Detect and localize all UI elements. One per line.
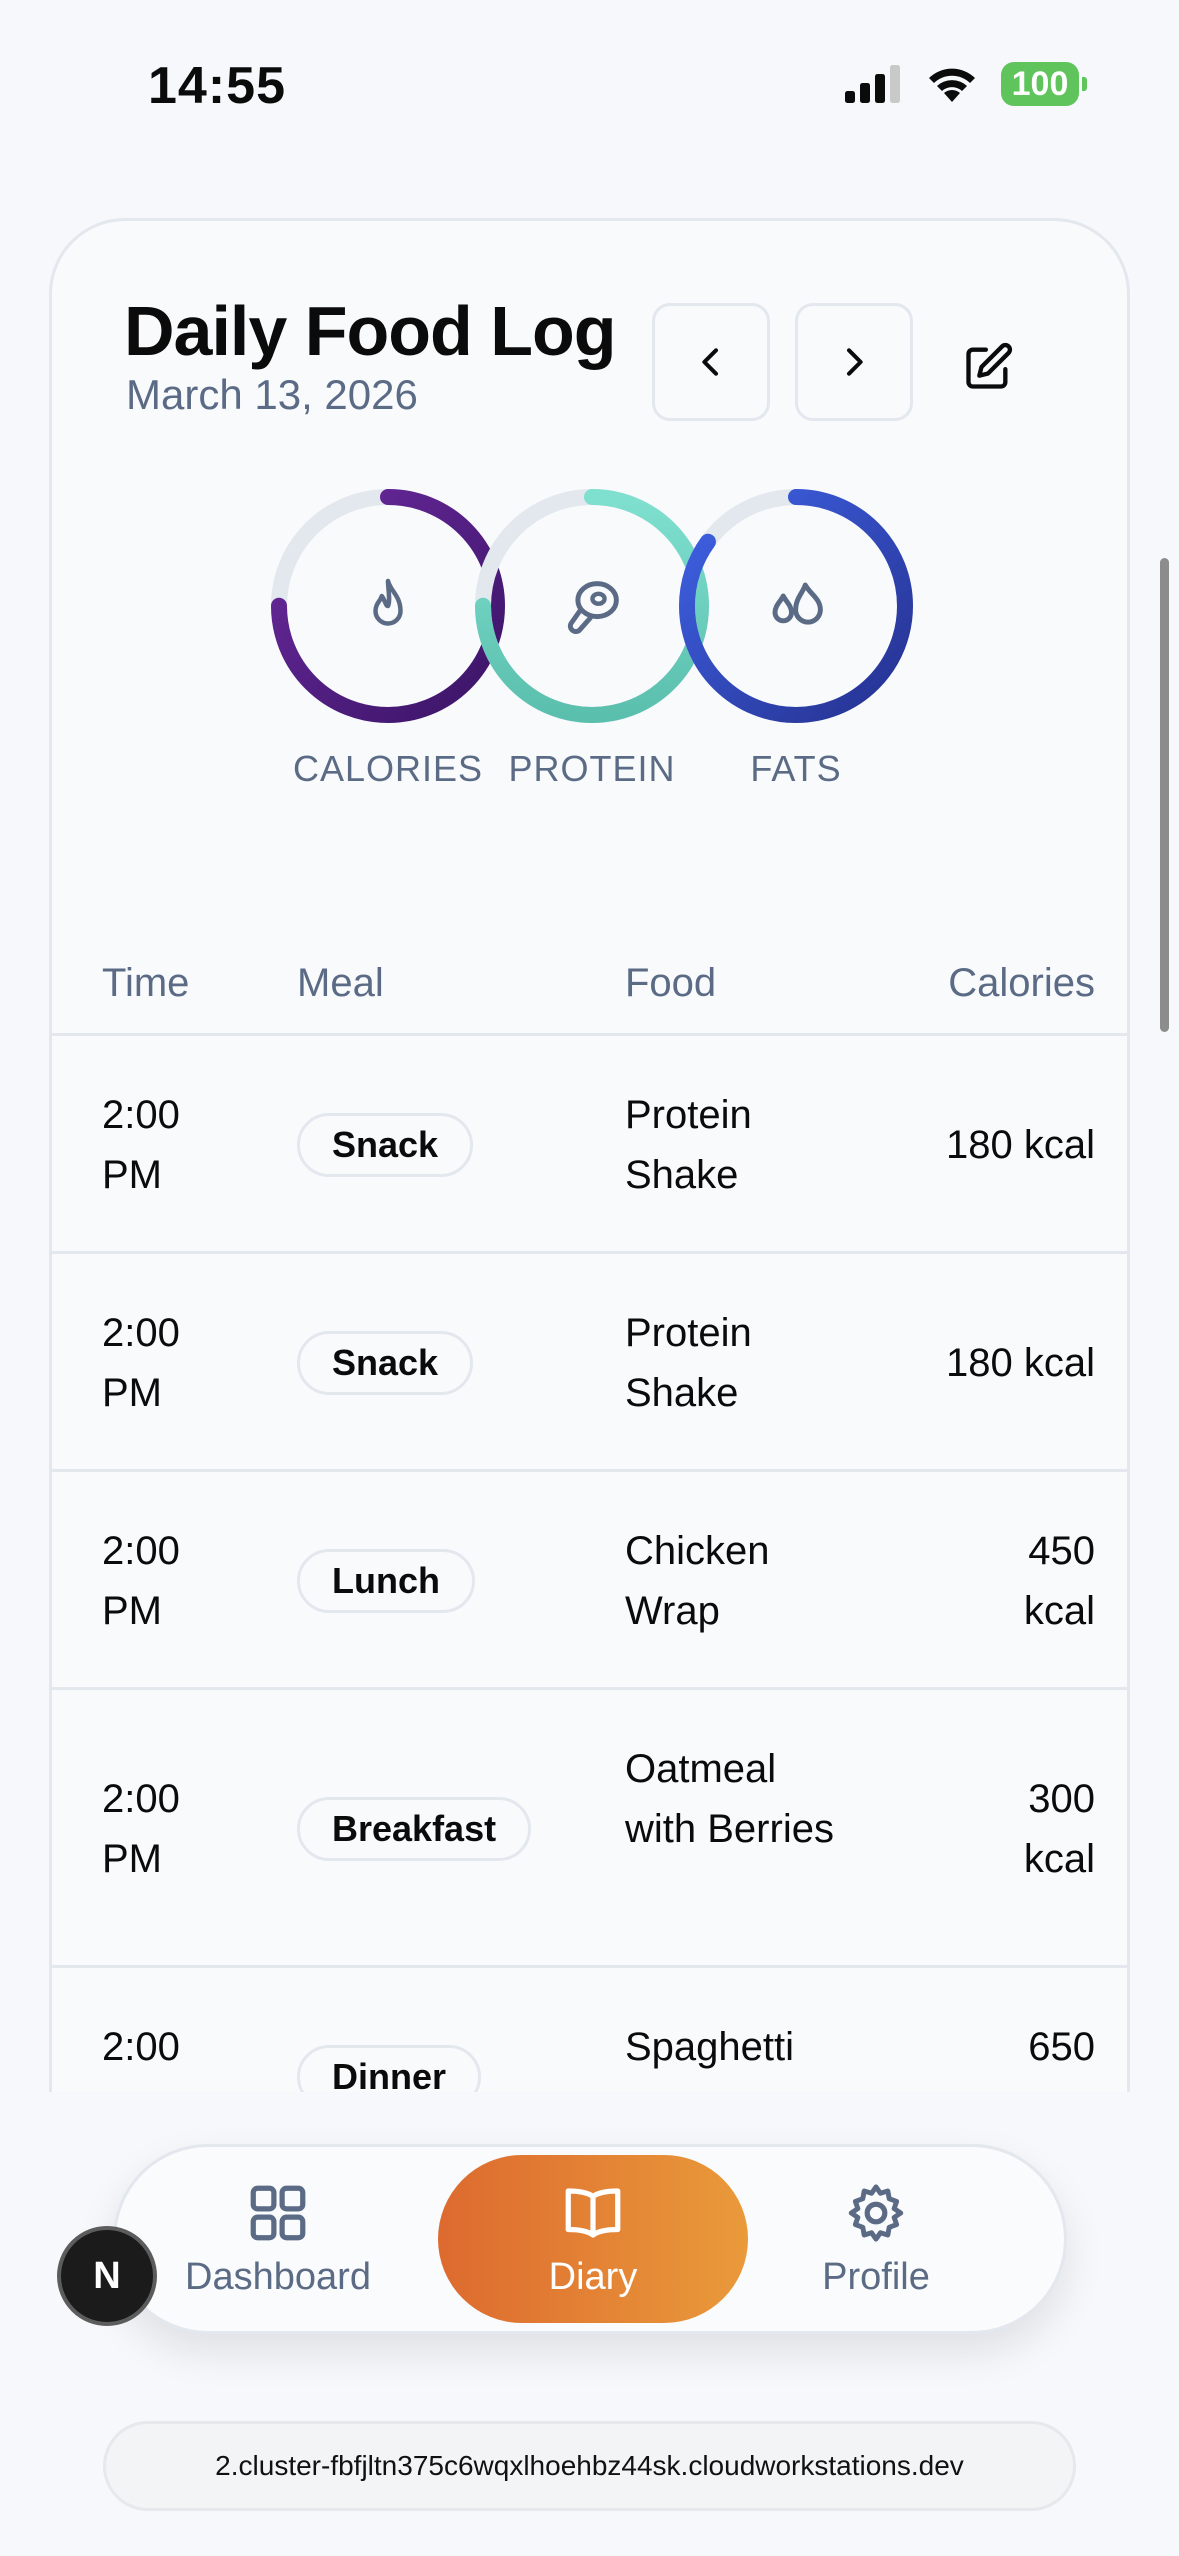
- chevron-left-icon: [702, 348, 718, 376]
- page-title: Daily Food Log: [124, 292, 617, 370]
- scrollbar[interactable]: [1160, 558, 1169, 1032]
- row-food: Protein Shake: [625, 1093, 752, 1197]
- table-row[interactable]: 2:00 PM Snack Protein Shake 180 kcal: [52, 1036, 1127, 1254]
- column-header-time: Time: [102, 961, 190, 1005]
- status-time: 14:55: [148, 57, 286, 115]
- row-calories: 180 kcal: [946, 1341, 1095, 1385]
- row-calories: 180 kcal: [946, 1123, 1095, 1167]
- tab-profile[interactable]: Profile: [756, 2147, 996, 2331]
- chevron-right-icon: [847, 348, 863, 376]
- book-icon: [565, 2187, 621, 2238]
- row-time: 2:00 PM: [102, 1311, 180, 1415]
- meal-badge: Breakfast: [297, 1797, 532, 1861]
- tab-dashboard-label: Dashboard: [185, 2255, 371, 2298]
- edit-button[interactable]: [952, 331, 1024, 403]
- meal-badge: Lunch: [297, 1549, 475, 1613]
- meal-badge: Snack: [297, 1113, 474, 1177]
- column-header-meal: Meal: [297, 961, 384, 1005]
- row-time: 2:00: [102, 2025, 180, 2069]
- next-day-button[interactable]: [795, 303, 913, 421]
- meat-icon: [567, 581, 619, 634]
- dev-tools-badge[interactable]: N: [57, 2226, 157, 2326]
- column-header-calories: Calories: [948, 961, 1095, 1005]
- url-bar[interactable]: 2.cluster-fbfjltn375c6wqxlhoehbz44sk.clo…: [103, 2421, 1076, 2511]
- row-time: 2:00 PM: [102, 1093, 180, 1197]
- macro-rings: CALORIES PROTEIN FATS: [52, 486, 1127, 806]
- header: Daily Food Log March 13, 2026: [52, 221, 1127, 461]
- table-row[interactable]: 2:00 PM Breakfast Oatmeal with Berries 3…: [52, 1690, 1127, 1968]
- status-icons: 100: [845, 62, 1087, 106]
- url-text: 2.cluster-fbfjltn375c6wqxlhoehbz44sk.clo…: [215, 2450, 964, 2481]
- meal-badge: Snack: [297, 1331, 474, 1395]
- battery-icon: 100: [1001, 62, 1087, 106]
- row-calories: 300 kcal: [1023, 1777, 1095, 1881]
- battery-level: 100: [1011, 64, 1069, 103]
- tab-diary-label: Diary: [548, 2255, 638, 2298]
- tab-diary[interactable]: Diary: [438, 2155, 748, 2323]
- signal-icon: [845, 65, 900, 103]
- tab-dashboard[interactable]: Dashboard: [158, 2147, 398, 2331]
- row-calories: 650: [1028, 2025, 1095, 2069]
- row-time: 2:00 PM: [102, 1777, 180, 1881]
- table-row[interactable]: 2:00 PM Snack Protein Shake 180 kcal: [52, 1254, 1127, 1472]
- tab-profile-label: Profile: [822, 2255, 930, 2298]
- droplets-icon: [772, 582, 823, 625]
- wifi-icon: [929, 68, 975, 102]
- gear-icon: [848, 2183, 904, 2242]
- status-bar: 14:55 100: [0, 0, 1179, 175]
- table-header: Time Meal Food Calories: [52, 861, 1127, 1036]
- row-food: Chicken Wrap: [625, 1529, 770, 1633]
- bottom-navigation: Dashboard Diary Profile: [113, 2144, 1067, 2334]
- column-header-food: Food: [625, 961, 717, 1005]
- grid-icon: [250, 2185, 306, 2240]
- row-food: Protein Shake: [625, 1311, 752, 1415]
- table-row[interactable]: 2:00 PM Lunch Chicken Wrap 450 kcal: [52, 1472, 1127, 1690]
- previous-day-button[interactable]: [652, 303, 770, 421]
- row-food: Spaghetti: [625, 2025, 795, 2069]
- row-time: 2:00 PM: [102, 1529, 180, 1633]
- edit-icon: [966, 342, 1013, 389]
- food-log-card: Daily Food Log March 13, 2026 CALORIES P…: [49, 218, 1130, 2318]
- ring-label-fats: FATS: [750, 748, 842, 789]
- page-date: March 13, 2026: [126, 371, 418, 418]
- food-log-table: Time Meal Food Calories 2:00 PM Snack Pr…: [52, 861, 1127, 2186]
- row-food: Oatmeal with Berries: [625, 1747, 834, 1851]
- flame-icon: [373, 578, 403, 626]
- row-calories: 450 kcal: [1023, 1529, 1095, 1633]
